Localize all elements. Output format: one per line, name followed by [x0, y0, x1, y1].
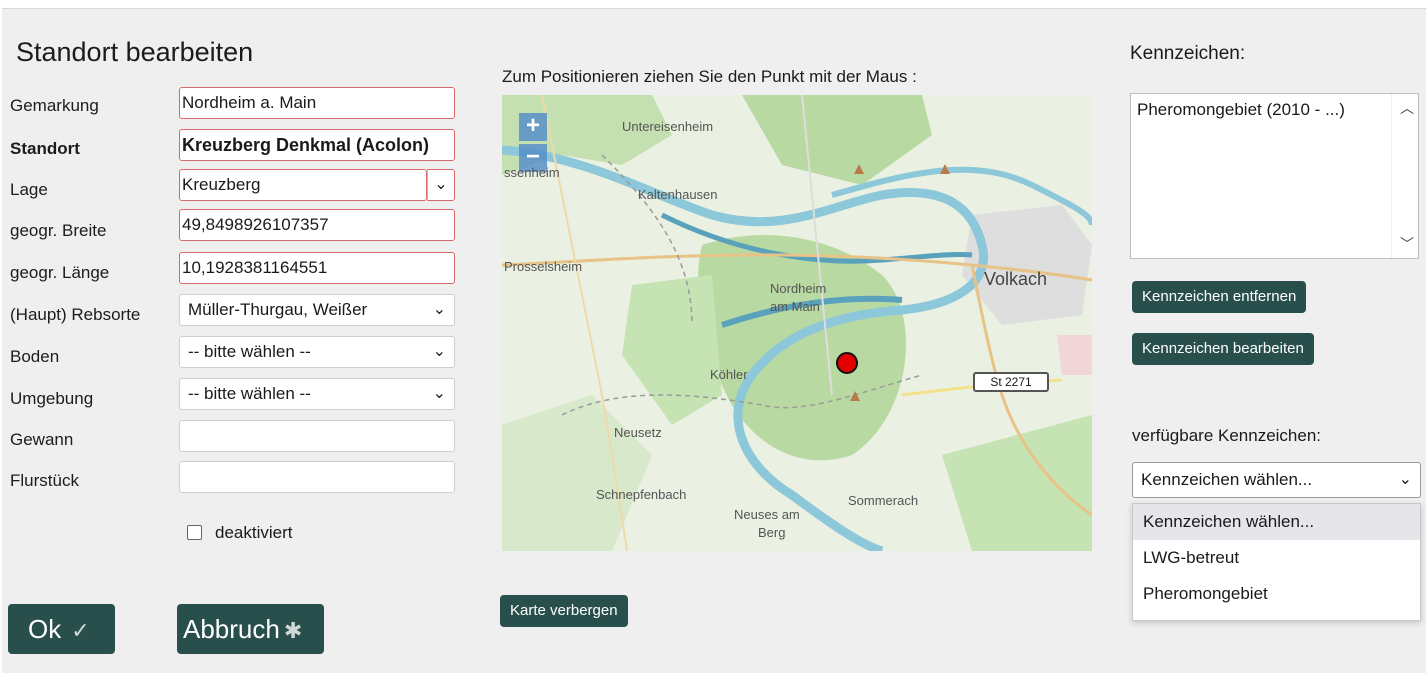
- available-kennzeichen-label: verfügbare Kennzeichen:: [1132, 426, 1322, 445]
- cancel-label: Abbruch: [183, 614, 280, 644]
- map-view[interactable]: + − Untereisenheim ssenheim Kaltenhausen…: [502, 95, 1092, 551]
- map-tiles: [502, 95, 1092, 551]
- umgebung-label: Umgebung: [10, 389, 94, 408]
- hide-map-button[interactable]: Karte verbergen: [500, 595, 628, 627]
- breite-label: geogr. Breite: [10, 221, 107, 240]
- edit-location-dialog: Standort bearbeiten Gemarkung Nordheim a…: [2, 8, 1426, 673]
- place-kaltenhausen: Kaltenhausen: [638, 187, 718, 202]
- standort-label: Standort: [10, 139, 80, 158]
- chevron-up-icon[interactable]: ︿: [1400, 98, 1414, 118]
- dropdown-option[interactable]: Pheromongebiet: [1133, 576, 1420, 612]
- gewann-label: Gewann: [10, 430, 74, 449]
- deaktiviert-label: deaktiviert: [215, 523, 293, 542]
- chevron-down-icon: ⌄: [434, 176, 448, 193]
- kennzeichen-listbox[interactable]: Pheromongebiet (2010 - ...) ︿ ﹀: [1130, 93, 1419, 259]
- map-caption: Zum Positionieren ziehen Sie den Punkt m…: [502, 67, 917, 86]
- place-prosselsheim: Prosselsheim: [504, 259, 583, 274]
- check-icon: ✓: [71, 618, 90, 643]
- laenge-label: geogr. Länge: [10, 263, 110, 282]
- lage-field[interactable]: Kreuzberg: [179, 169, 427, 201]
- flurstueck-field[interactable]: [179, 461, 455, 493]
- cancel-star-icon: ✱: [283, 618, 303, 643]
- remove-kennzeichen-button[interactable]: Kennzeichen entfernen: [1132, 281, 1307, 313]
- chevron-down-icon: ⌄: [432, 301, 446, 318]
- place-schnepfenbach: Schnepfenbach: [596, 487, 687, 502]
- lage-dropdown-button[interactable]: ⌄: [427, 169, 455, 201]
- place-neuses-line2: Berg: [758, 525, 786, 540]
- place-ssenheim: ssenheim: [504, 165, 560, 180]
- place-neusetz: Neusetz: [614, 425, 662, 440]
- road-shield: St 2271: [973, 372, 1049, 392]
- latitude-field[interactable]: 49,8498926107357: [179, 209, 455, 241]
- place-sommerach: Sommerach: [848, 493, 919, 508]
- cancel-button[interactable]: Abbruch ✱: [177, 604, 324, 654]
- rebsorte-select[interactable]: Müller-Thurgau, Weißer ⌄: [179, 294, 455, 326]
- place-nordheim: Nordheim: [770, 281, 827, 296]
- gemarkung-label: Gemarkung: [10, 96, 99, 115]
- flurstueck-label: Flurstück: [10, 471, 79, 490]
- rebsorte-value: Müller-Thurgau, Weißer: [188, 300, 368, 319]
- place-koehler: Köhler: [710, 367, 748, 382]
- place-volkach: Volkach: [984, 269, 1048, 289]
- chevron-down-icon: ⌄: [1398, 471, 1412, 488]
- listbox-scrollbar[interactable]: ︿ ﹀: [1391, 94, 1418, 258]
- rebsorte-label: (Haupt) Rebsorte: [10, 305, 141, 324]
- gemarkung-field[interactable]: Nordheim a. Main: [179, 87, 455, 119]
- chevron-down-icon: ⌄: [432, 385, 446, 402]
- boden-value: -- bitte wählen --: [188, 342, 311, 361]
- edit-kennzeichen-button[interactable]: Kennzeichen bearbeiten: [1132, 333, 1314, 365]
- dropdown-option[interactable]: Kennzeichen wählen...: [1133, 504, 1420, 540]
- boden-select[interactable]: -- bitte wählen -- ⌄: [179, 336, 455, 368]
- boden-label: Boden: [10, 347, 60, 366]
- gewann-field[interactable]: [179, 420, 455, 452]
- kennzeichen-dropdown-list: Kennzeichen wählen... LWG-betreut Pherom…: [1132, 503, 1421, 621]
- dialog-title: Standort bearbeiten: [16, 37, 254, 67]
- umgebung-value: -- bitte wählen --: [188, 384, 311, 403]
- standort-field[interactable]: Kreuzberg Denkmal (Acolon): [179, 129, 455, 161]
- place-untereisenheim: Untereisenheim: [622, 119, 714, 134]
- longitude-field[interactable]: 10,1928381164551: [179, 252, 455, 284]
- chevron-down-icon: ⌄: [432, 343, 446, 360]
- ok-button[interactable]: Ok ✓: [8, 604, 115, 654]
- available-kennzeichen-value: Kennzeichen wählen...: [1141, 470, 1313, 489]
- chevron-down-icon[interactable]: ﹀: [1400, 234, 1414, 254]
- lage-label: Lage: [10, 180, 48, 199]
- place-nordheim-line2: am Main: [770, 299, 820, 314]
- zoom-in-button[interactable]: +: [519, 113, 547, 141]
- deaktiviert-checkbox[interactable]: [187, 525, 202, 540]
- location-marker[interactable]: [836, 352, 858, 374]
- place-neuses: Neuses am: [734, 507, 800, 522]
- available-kennzeichen-select[interactable]: Kennzeichen wählen... ⌄: [1132, 462, 1421, 498]
- list-item[interactable]: Pheromongebiet (2010 - ...): [1137, 100, 1345, 120]
- umgebung-select[interactable]: -- bitte wählen -- ⌄: [179, 378, 455, 410]
- ok-label: Ok: [28, 614, 62, 644]
- dropdown-option[interactable]: LWG-betreut: [1133, 540, 1420, 576]
- kennzeichen-title: Kennzeichen:: [1130, 43, 1246, 64]
